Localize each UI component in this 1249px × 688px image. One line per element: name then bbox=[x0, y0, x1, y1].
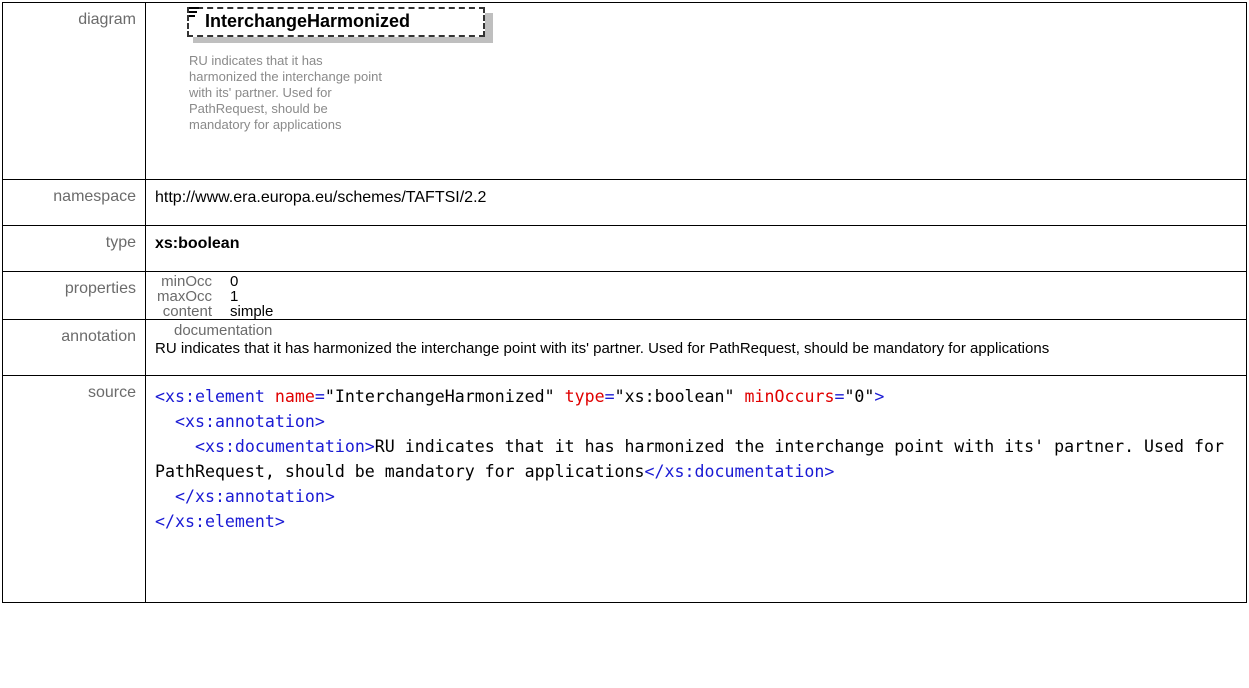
xml-attr-value: "0" bbox=[844, 387, 875, 406]
annotation-text: RU indicates that it has harmonized the … bbox=[155, 340, 1050, 357]
element-doc-line: with its' partner. Used for bbox=[189, 85, 332, 100]
element-lines-icon bbox=[189, 7, 199, 19]
property-value: simple bbox=[230, 303, 274, 320]
annotation-row: annotation documentation RU indicates th… bbox=[2, 319, 1247, 376]
namespace-value: http://www.era.europa.eu/schemes/TAFTSI/… bbox=[145, 179, 1247, 226]
element-diagram: InterchangeHarmonized RU indicates that … bbox=[155, 3, 493, 173]
element-doc-line: PathRequest, should be bbox=[189, 101, 328, 116]
diagram-label: diagram bbox=[2, 2, 146, 180]
property-key: minOcc bbox=[161, 273, 212, 290]
type-label: type bbox=[2, 225, 146, 272]
annotation-label: annotation bbox=[2, 319, 146, 376]
xml-attr-value: "InterchangeHarmonized" bbox=[324, 387, 555, 406]
element-doc-line: RU indicates that it has bbox=[189, 53, 323, 68]
xml-tag: <xs:annotation> bbox=[174, 412, 325, 431]
xml-tag: </xs:documentation> bbox=[644, 462, 835, 481]
type-row: type xs:boolean bbox=[2, 225, 1247, 272]
properties-label: properties bbox=[2, 271, 146, 320]
source-row: source <xs:element name="InterchangeHarm… bbox=[2, 375, 1247, 603]
element-doc-table: diagram InterchangeHarmonized RU indicat… bbox=[2, 2, 1247, 603]
property-value: 0 bbox=[230, 273, 239, 290]
xml-attr: type bbox=[564, 387, 605, 406]
namespace-row: namespace http://www.era.europa.eu/schem… bbox=[2, 179, 1247, 226]
properties-list: minOcc 0 maxOcc 1 content simple bbox=[155, 274, 1246, 319]
property-row: maxOcc 1 bbox=[155, 289, 1246, 304]
xml-tag: <xs:element bbox=[155, 387, 265, 406]
xml-tag: </xs:annotation> bbox=[174, 487, 335, 506]
xml-tag: </xs:element> bbox=[155, 512, 285, 531]
xml-attr-value: "xs:boolean" bbox=[614, 387, 735, 406]
property-key: content bbox=[162, 303, 212, 320]
namespace-label: namespace bbox=[2, 179, 146, 226]
xml-attr: name bbox=[274, 387, 315, 406]
property-key: maxOcc bbox=[156, 288, 212, 305]
element-doc-line: mandatory for applications bbox=[189, 117, 342, 132]
annotation-heading: documentation bbox=[174, 322, 273, 339]
property-row: minOcc 0 bbox=[155, 274, 1246, 289]
type-value: xs:boolean bbox=[155, 235, 240, 252]
source-code: <xs:element name="InterchangeHarmonized"… bbox=[155, 387, 1234, 531]
element-doc-line: harmonized the interchange point bbox=[189, 69, 382, 84]
properties-row: properties minOcc 0 maxOcc 1 content simple bbox=[2, 271, 1247, 320]
xml-attr: minOccurs bbox=[744, 387, 835, 406]
source-label: source bbox=[2, 375, 146, 603]
diagram-row: diagram InterchangeHarmonized RU indicat… bbox=[2, 2, 1247, 180]
xml-tag: <xs:documentation> bbox=[194, 437, 375, 456]
element-name: InterchangeHarmonized bbox=[205, 11, 411, 31]
property-value: 1 bbox=[230, 288, 239, 305]
element-doc: RU indicates that it has harmonized the … bbox=[189, 53, 409, 133]
property-row: content simple bbox=[155, 304, 1246, 319]
